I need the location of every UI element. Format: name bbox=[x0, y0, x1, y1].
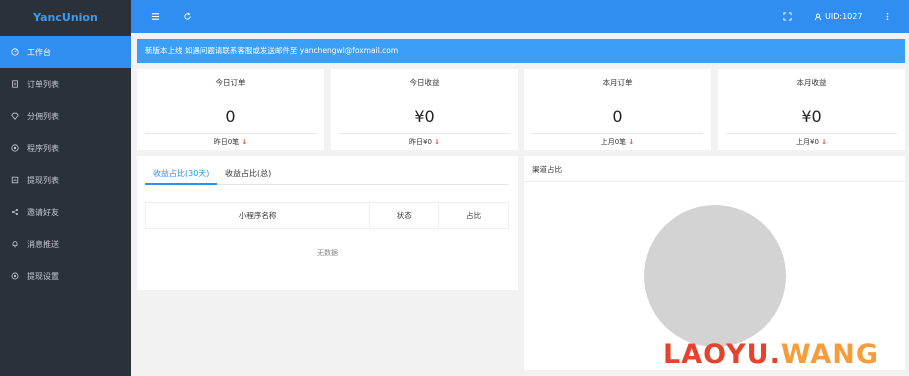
divider bbox=[524, 181, 905, 182]
top-bar: UID:1027 bbox=[131, 0, 909, 33]
down-arrow-icon: ↓ bbox=[241, 138, 248, 146]
channel-share-panel: 渠道占比 bbox=[524, 156, 905, 370]
fullscreen-icon[interactable] bbox=[780, 0, 794, 33]
sidebar-item-label: 消息推送 bbox=[27, 239, 59, 249]
notice-banner: 新版本上线 如遇问题请联系客服或发送邮件至 yanchengwl@foxmail… bbox=[137, 39, 905, 63]
more-options-icon[interactable] bbox=[881, 0, 893, 33]
stat-card-today-orders: 今日订单 0 昨日0笔 ↓ bbox=[137, 69, 324, 150]
divider bbox=[532, 133, 703, 134]
income-table: 小程序名称 状态 占比 bbox=[144, 202, 509, 229]
stat-title: 今日收益 bbox=[409, 78, 440, 87]
sidebar-item-programs[interactable]: 程序列表 bbox=[0, 132, 131, 164]
sidebar-item-push[interactable]: 消息推送 bbox=[0, 228, 131, 260]
stat-footer: 上月¥0 ↓ bbox=[795, 138, 828, 146]
stat-value: ¥0 bbox=[414, 107, 435, 126]
sidebar-item-label: 分佣列表 bbox=[27, 111, 59, 121]
tab-income-30days[interactable]: 收益占比(30天) bbox=[145, 164, 218, 185]
sidebar-item-invite[interactable]: 邀请好友 bbox=[0, 196, 131, 228]
divider bbox=[339, 133, 510, 134]
stat-footer: 昨日0笔 ↓ bbox=[213, 138, 248, 146]
diamond-icon bbox=[10, 111, 20, 121]
list-icon bbox=[10, 79, 20, 89]
sidebar-item-label: 提现列表 bbox=[27, 175, 59, 185]
sidebar: YancUnion 工作台 订单列表 分佣列表 程序列表 提现列表 邀请好友 消… bbox=[0, 0, 131, 376]
refresh-icon[interactable] bbox=[180, 0, 194, 33]
tab-bar: 收益占比(30天) 收益占比(总) bbox=[145, 164, 509, 185]
sidebar-item-withdraw-settings[interactable]: 提现设置 bbox=[0, 260, 131, 292]
stat-title: 本月收益 bbox=[796, 78, 827, 87]
down-arrow-icon: ↓ bbox=[821, 138, 828, 146]
pie-chart-placeholder bbox=[644, 205, 786, 347]
stat-value: 0 bbox=[612, 107, 623, 126]
down-arrow-icon: ↓ bbox=[628, 138, 635, 146]
sidebar-item-label: 提现设置 bbox=[27, 271, 59, 281]
empty-state: 无数据 bbox=[317, 249, 338, 257]
dashboard-icon bbox=[10, 47, 20, 57]
column-header[interactable]: 小程序名称 bbox=[144, 202, 371, 229]
stat-footer: 昨日¥0 ↓ bbox=[408, 138, 441, 146]
sidebar-item-label: 订单列表 bbox=[27, 79, 59, 89]
share-icon bbox=[10, 207, 20, 217]
sidebar-item-label: 工作台 bbox=[27, 47, 51, 57]
income-share-panel: 收益占比(30天) 收益占比(总) 小程序名称 状态 占比 无数据 bbox=[137, 156, 518, 290]
sidebar-item-withdrawals[interactable]: 提现列表 bbox=[0, 164, 131, 196]
stat-title: 今日订单 bbox=[215, 78, 246, 87]
tab-income-total[interactable]: 收益占比(总) bbox=[217, 164, 279, 185]
sidebar-item-label: 程序列表 bbox=[27, 143, 59, 153]
brand-logo[interactable]: YancUnion bbox=[0, 0, 131, 36]
user-id: UID:1027 bbox=[825, 12, 863, 21]
stat-card-month-orders: 本月订单 0 上月0笔 ↓ bbox=[524, 69, 711, 150]
down-arrow-icon: ↓ bbox=[434, 138, 441, 146]
stat-card-today-income: 今日收益 ¥0 昨日¥0 ↓ bbox=[331, 69, 518, 150]
withdraw-icon bbox=[10, 175, 20, 185]
menu-toggle-icon[interactable] bbox=[148, 0, 162, 33]
column-header[interactable]: 状态 bbox=[369, 202, 440, 229]
watermark-logo: LAOYU.WANG bbox=[663, 339, 880, 370]
sidebar-item-commission[interactable]: 分佣列表 bbox=[0, 100, 131, 132]
stat-card-month-income: 本月收益 ¥0 上月¥0 ↓ bbox=[718, 69, 905, 150]
bell-icon bbox=[10, 239, 20, 249]
panel-title: 渠道占比 bbox=[532, 165, 562, 174]
stat-value: ¥0 bbox=[801, 107, 822, 126]
divider bbox=[726, 133, 897, 134]
sidebar-item-orders[interactable]: 订单列表 bbox=[0, 68, 131, 100]
app-icon bbox=[10, 143, 20, 153]
stat-footer: 上月0笔 ↓ bbox=[600, 138, 635, 146]
user-menu[interactable]: UID:1027 bbox=[814, 0, 862, 33]
stat-title: 本月订单 bbox=[602, 78, 633, 87]
stat-value: 0 bbox=[225, 107, 236, 126]
column-header[interactable]: 占比 bbox=[438, 202, 509, 229]
settings-icon bbox=[10, 271, 20, 281]
sidebar-item-dashboard[interactable]: 工作台 bbox=[0, 36, 131, 68]
divider bbox=[145, 133, 316, 134]
sidebar-item-label: 邀请好友 bbox=[27, 207, 59, 217]
user-icon bbox=[814, 13, 822, 20]
